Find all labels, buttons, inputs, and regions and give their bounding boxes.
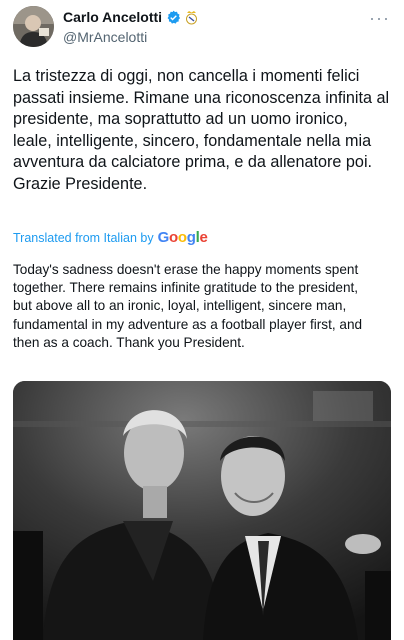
more-options-icon[interactable]: ··· [369,8,390,29]
display-name[interactable]: Carlo Ancelotti [63,9,162,26]
display-name-row[interactable]: Carlo Ancelotti [63,9,198,26]
avatar[interactable] [13,6,54,47]
verified-badge-icon [166,10,181,25]
tweet-header: Carlo Ancelotti @MrAncelotti ··· [13,6,394,50]
translation-attribution[interactable]: Translated from Italian by Google [13,229,208,246]
translated-label: Translated from Italian by [13,230,154,245]
translated-text: Today's sadness doesn't erase the happy … [13,262,363,350]
google-logo: Google [157,229,208,246]
handle[interactable]: @MrAncelotti [63,28,198,46]
real-madrid-crest-icon [185,10,198,25]
tweet-text: La tristezza di oggi, non cancella i mom… [13,67,390,193]
tweet-photo[interactable] [13,381,391,640]
